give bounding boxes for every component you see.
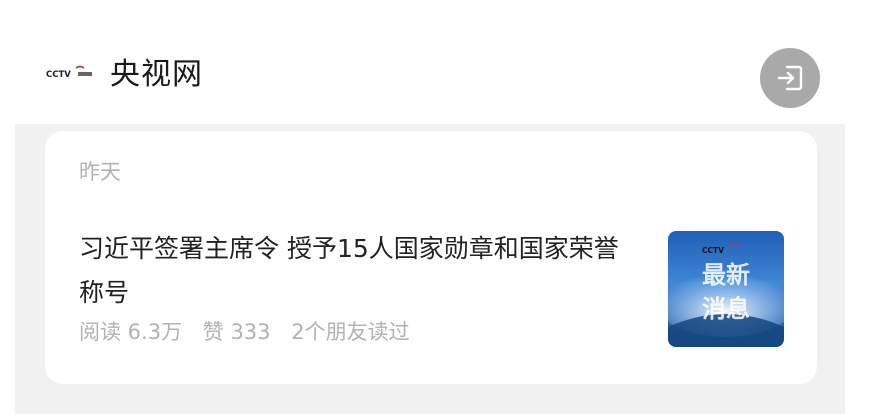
exit-button[interactable]: [760, 48, 820, 108]
like-count: 赞 333: [202, 320, 271, 344]
read-count: 阅读 6.3万: [79, 320, 183, 344]
logo-text: CCTV: [46, 70, 71, 80]
thumbnail-line2: 消息: [702, 295, 750, 323]
source-title: 央视网: [110, 57, 203, 92]
article-meta: 阅读 6.3万 赞 333 2个朋友读过: [79, 317, 424, 347]
thumbnail-logo-text: CCTV: [702, 246, 724, 255]
friends-read: 2个朋友读过: [291, 320, 410, 344]
article-card[interactable]: 昨天 习近平签署主席令 授予15人国家勋章和国家荣誉称号 阅读 6.3万 赞 3…: [45, 131, 817, 384]
cctv-logo: CCTV: [46, 65, 92, 80]
article-headline[interactable]: 习近平签署主席令 授予15人国家勋章和国家荣誉称号: [79, 227, 629, 315]
thumbnail-line1: 最新: [702, 261, 750, 289]
thumbnail-image: CCTV 最新 消息: [668, 231, 784, 347]
header: CCTV 央视网: [0, 0, 869, 124]
exit-icon: [777, 65, 803, 91]
article-date: 昨天: [79, 160, 121, 184]
page: CCTV 央视网 昨天 习近平签署主席令 授予15人国家勋章和国家荣誉称号 阅读…: [0, 0, 869, 414]
article-thumbnail[interactable]: CCTV 最新 消息: [668, 231, 784, 347]
